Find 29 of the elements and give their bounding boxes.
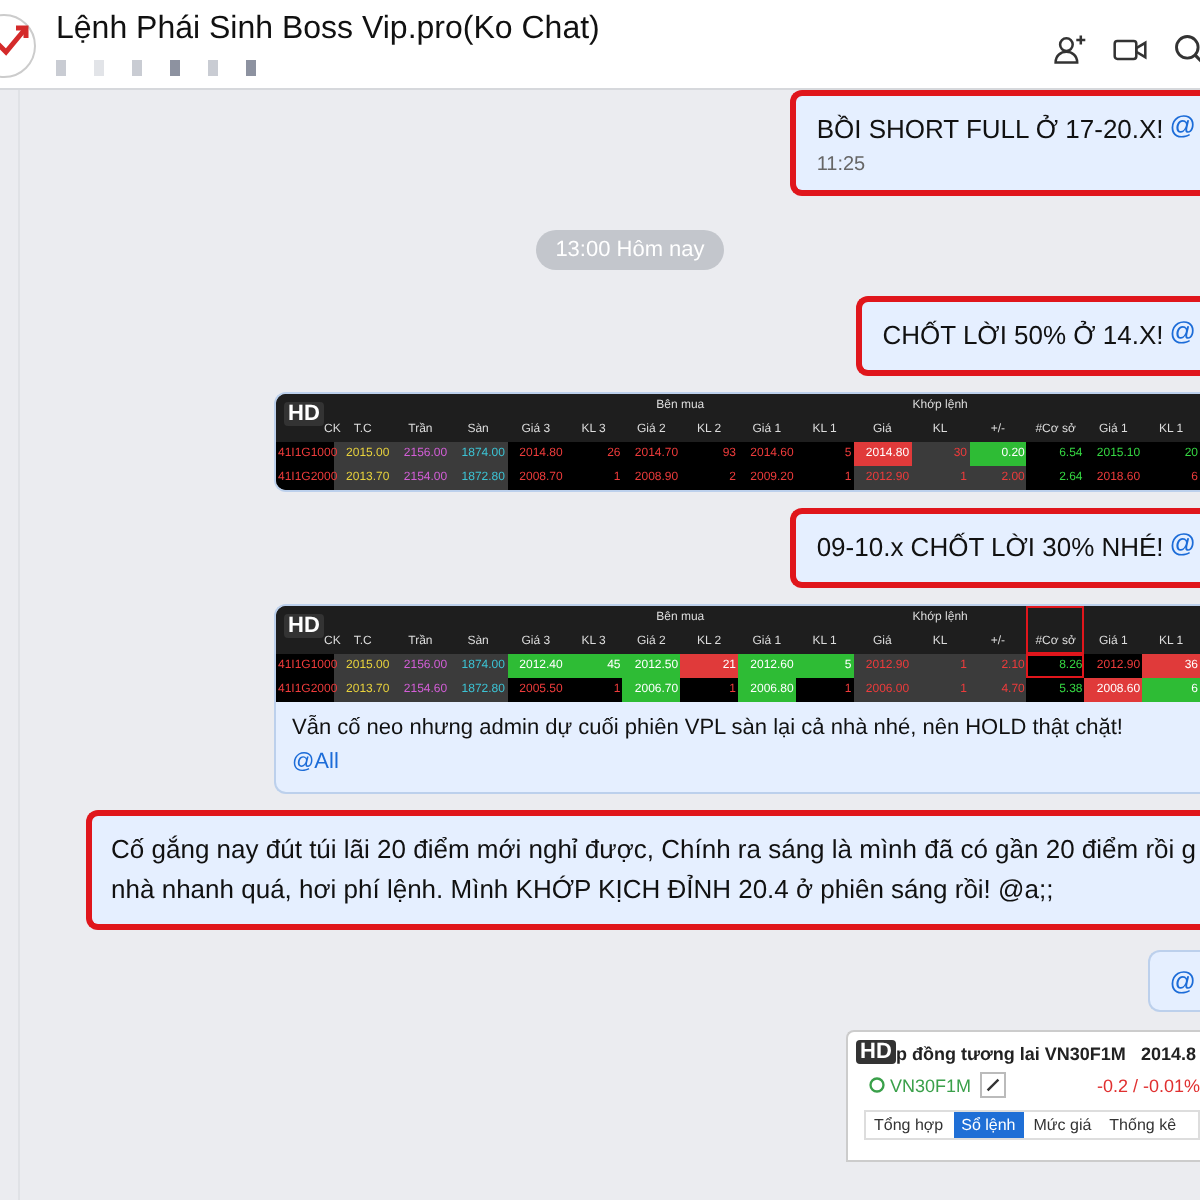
tab[interactable]: Tổng hợp [866,1112,952,1138]
hd-badge: HD [856,1040,896,1064]
mention-link[interactable]: @ [1169,528,1196,568]
tab[interactable]: Thống kê [1101,1112,1185,1138]
mention-link[interactable]: @All [292,750,339,774]
mention-link[interactable]: @ [1169,966,1196,996]
symbol-link[interactable]: VN30F1M [868,1075,972,1095]
tab[interactable]: Sổ lệnh [953,1112,1024,1138]
message-text: Vẫn cố neo nhưng admin dự cuối phiên VPL sàn lại cả nhà nhé, nên HOLD thật chặt! [292,713,1125,744]
message-text: BỒI SHORT FULL Ở 17-20.X! [816,112,1164,148]
add-member-icon[interactable] [1052,32,1088,68]
tab[interactable]: Mức giá [1025,1112,1100,1138]
hd-badge: HD [284,614,324,638]
quote-title: p đồng tương lai VN30F1M [896,1044,1126,1064]
message-text: CHỐT LỜI 50% Ở 14.X! [882,318,1164,354]
pencil-icon [983,1076,1002,1094]
message-text: Cố gắng nay đút túi lãi 20 điểm mới nghỉ được, Chính ra sáng là mình đã có gần 20 điểm rồi g [111,832,1196,868]
message-time: 11:25 [816,154,868,176]
message-text: 09-10.x CHỐT LỜI 30% NHÉ! [816,530,1164,566]
mention-link[interactable]: @ [1169,316,1196,356]
chat-title: Lệnh Phái Sinh Boss Vip.pro(Ko Chat) [56,12,602,48]
edit-button[interactable] [979,1072,1006,1098]
message-text: nhà nhanh quá, hơi phí lệnh. Mình KHỚP KỊCH ĐỈNH 20.4 ở phiên sáng rồi! @a;; [111,872,1056,908]
search-icon[interactable] [1172,32,1200,68]
hd-badge: HD [284,402,324,426]
price-change: -0.2 / -0.01% [1096,1075,1200,1095]
date-divider: 13:00 Hôm nay [535,230,725,270]
mention-link[interactable]: @ [1169,110,1196,150]
quote-price: 2014.8 [1140,1044,1198,1064]
